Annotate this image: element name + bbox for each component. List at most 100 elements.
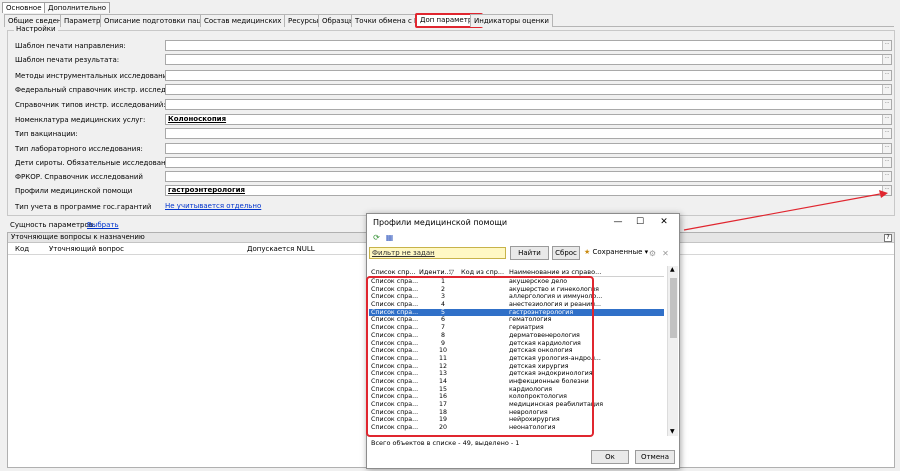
list-scrollbar[interactable]: ▲ ▼ bbox=[667, 266, 678, 436]
list-item-id: 10 bbox=[438, 347, 447, 355]
list-item-list: Список спра... bbox=[371, 347, 419, 355]
list-item-id: 8 bbox=[440, 331, 445, 339]
clear-filter-icon[interactable]: ✕ bbox=[661, 249, 670, 258]
list-item-name: гастроэнтерология bbox=[509, 308, 574, 316]
list-item[interactable]: Список спра... 20 неонатология bbox=[369, 424, 664, 432]
tree-view-icon[interactable]: ▦ bbox=[385, 233, 394, 242]
list-item-name: акушерство и гинекология bbox=[509, 285, 599, 293]
list-item-list: Список спра... bbox=[371, 362, 419, 370]
list-item[interactable]: Список спра... 19 нейрохирургия bbox=[369, 416, 664, 424]
list-item[interactable]: Список спра... 12 детская хирургия bbox=[369, 363, 664, 371]
list-item[interactable]: Список спра... 1 акушерское дело bbox=[369, 278, 664, 286]
column-id[interactable]: Иденти... bbox=[419, 268, 451, 276]
list-item-list: Список спра... bbox=[371, 278, 419, 285]
scroll-up-icon[interactable]: ▲ bbox=[670, 266, 675, 273]
saved-filters-dropdown[interactable]: ★ Сохраненные ▾ bbox=[584, 248, 648, 256]
refresh-icon[interactable]: ⟳ bbox=[372, 233, 381, 242]
list-item-id: 13 bbox=[438, 370, 447, 378]
reset-button[interactable]: Сброс bbox=[552, 246, 580, 260]
list-item-name: колопроктология bbox=[509, 393, 567, 401]
list-item-id: 3 bbox=[440, 293, 445, 301]
list-item[interactable]: Список спра... 10 детская онкология bbox=[369, 347, 664, 355]
list-item-list: Список спра... bbox=[371, 424, 419, 432]
list-item-name: анестезиология и реаним... bbox=[509, 301, 602, 309]
list-item-id: 16 bbox=[438, 393, 447, 401]
list-item-name: детская онкология bbox=[509, 347, 573, 355]
dialog-title: Профили медицинской помощи bbox=[373, 218, 508, 227]
list-item-id: 2 bbox=[440, 285, 445, 293]
list-item[interactable]: Список спра... 9 детская кардиология bbox=[369, 340, 664, 348]
list-item-id: 14 bbox=[438, 377, 447, 385]
list-item[interactable]: Список спра... 8 дерматовенерология bbox=[369, 332, 664, 340]
list-item-name: медицинская реабилитация bbox=[509, 401, 603, 408]
list-item-id: 9 bbox=[440, 339, 445, 347]
list-item-id: 1 bbox=[440, 278, 445, 285]
column-list[interactable]: Список спр... bbox=[371, 268, 416, 276]
list-item[interactable]: Список спра... 5 гастроэнтерология bbox=[369, 308, 664, 317]
list-item-name: гериатрия bbox=[509, 324, 544, 332]
list-item-id: 4 bbox=[440, 301, 445, 309]
list-item-name: аллергология и иммуноло... bbox=[509, 293, 603, 301]
list-item-id: 18 bbox=[438, 408, 447, 416]
list-item-name: дерматовенерология bbox=[509, 331, 580, 339]
list-item-id: 6 bbox=[440, 316, 445, 324]
close-icon[interactable]: ✕ bbox=[657, 215, 671, 229]
minimize-icon[interactable]: — bbox=[611, 215, 625, 229]
list-item-id: 17 bbox=[438, 401, 447, 408]
ok-button[interactable]: Ок bbox=[591, 450, 629, 464]
list-item-name: неонатология bbox=[509, 424, 556, 432]
list-item-list: Список спра... bbox=[371, 308, 419, 316]
list-header: Список спр... Иденти... ▽ Код из спр... … bbox=[369, 266, 664, 277]
list-item[interactable]: Список спра... 7 гериатрия bbox=[369, 324, 664, 332]
list-item[interactable]: Список спра... 2 акушерство и гинекология bbox=[369, 286, 664, 294]
scroll-down-icon[interactable]: ▼ bbox=[670, 428, 675, 435]
list-item-list: Список спра... bbox=[371, 408, 419, 416]
list-item-name: нейрохирургия bbox=[509, 416, 560, 424]
column-name[interactable]: Наименование из справо... bbox=[509, 268, 601, 276]
list-item-id: 19 bbox=[438, 416, 447, 424]
list-item-id: 11 bbox=[438, 354, 447, 362]
list-item-name: детская урология-андрол... bbox=[509, 354, 601, 362]
list-item[interactable]: Список спра... 16 колопроктология bbox=[369, 393, 664, 401]
list-item[interactable]: Список спра... 3 аллергология и иммуноло..… bbox=[369, 293, 664, 301]
cancel-button[interactable]: Отмена bbox=[635, 450, 675, 464]
list-item[interactable]: Список спра... 17 медицинская реабилитация bbox=[369, 401, 664, 409]
list-item-list: Список спра... bbox=[371, 324, 419, 332]
profiles-list: Список спра... 1 акушерское дело Список спр… bbox=[369, 278, 664, 434]
status-text: Всего объектов в списке - 49, выделено -… bbox=[371, 439, 520, 447]
list-item[interactable]: Список спра... 11 детская урология-андрол.… bbox=[369, 355, 664, 363]
list-item-list: Список спра... bbox=[371, 416, 419, 424]
list-item-list: Список спра... bbox=[371, 393, 419, 401]
list-item-id: 5 bbox=[440, 308, 445, 316]
list-item-list: Список спра... bbox=[371, 401, 419, 408]
list-item[interactable]: Список спра... 4 анестезиология и реаним..… bbox=[369, 301, 664, 309]
list-item-name: акушерское дело bbox=[509, 278, 568, 285]
list-item-name: детская кардиология bbox=[509, 339, 581, 347]
list-item-list: Список спра... bbox=[371, 370, 419, 378]
column-code-from-directory[interactable]: Код из спр... bbox=[461, 268, 504, 276]
list-item-list: Список спра... bbox=[371, 385, 419, 393]
list-item-id: 12 bbox=[438, 362, 447, 370]
saved-filters-icon: ★ bbox=[584, 248, 591, 256]
list-item-name: детская хирургия bbox=[509, 362, 569, 370]
list-item-list: Список спра... bbox=[371, 301, 419, 309]
list-item-name: инфекционные болезни bbox=[509, 377, 589, 385]
list-item[interactable]: Список спра... 14 инфекционные болезни bbox=[369, 378, 664, 386]
list-item-id: 15 bbox=[438, 385, 447, 393]
filter-field[interactable]: Фильтр не задан bbox=[369, 247, 506, 259]
list-item[interactable]: Список спра... 13 детская эндокринология bbox=[369, 370, 664, 378]
sort-desc-icon[interactable]: ▽ bbox=[449, 268, 454, 276]
list-item-list: Список спра... bbox=[371, 285, 419, 293]
list-item-name: гематология bbox=[509, 316, 552, 324]
list-item-list: Список спра... bbox=[371, 293, 419, 301]
filter-settings-icon[interactable]: ⚙ bbox=[648, 249, 657, 258]
list-item-list: Список спра... bbox=[371, 377, 419, 385]
list-item[interactable]: Список спра... 15 кардиология bbox=[369, 386, 664, 394]
scrollbar-thumb[interactable] bbox=[670, 278, 677, 338]
maximize-icon[interactable]: ☐ bbox=[633, 215, 647, 229]
find-button[interactable]: Найти bbox=[510, 246, 549, 260]
list-item-list: Список спра... bbox=[371, 331, 419, 339]
list-item[interactable]: Список спра... 6 гематология bbox=[369, 316, 664, 324]
list-item-name: кардиология bbox=[509, 385, 553, 393]
list-item-name: детская эндокринология bbox=[509, 370, 593, 378]
